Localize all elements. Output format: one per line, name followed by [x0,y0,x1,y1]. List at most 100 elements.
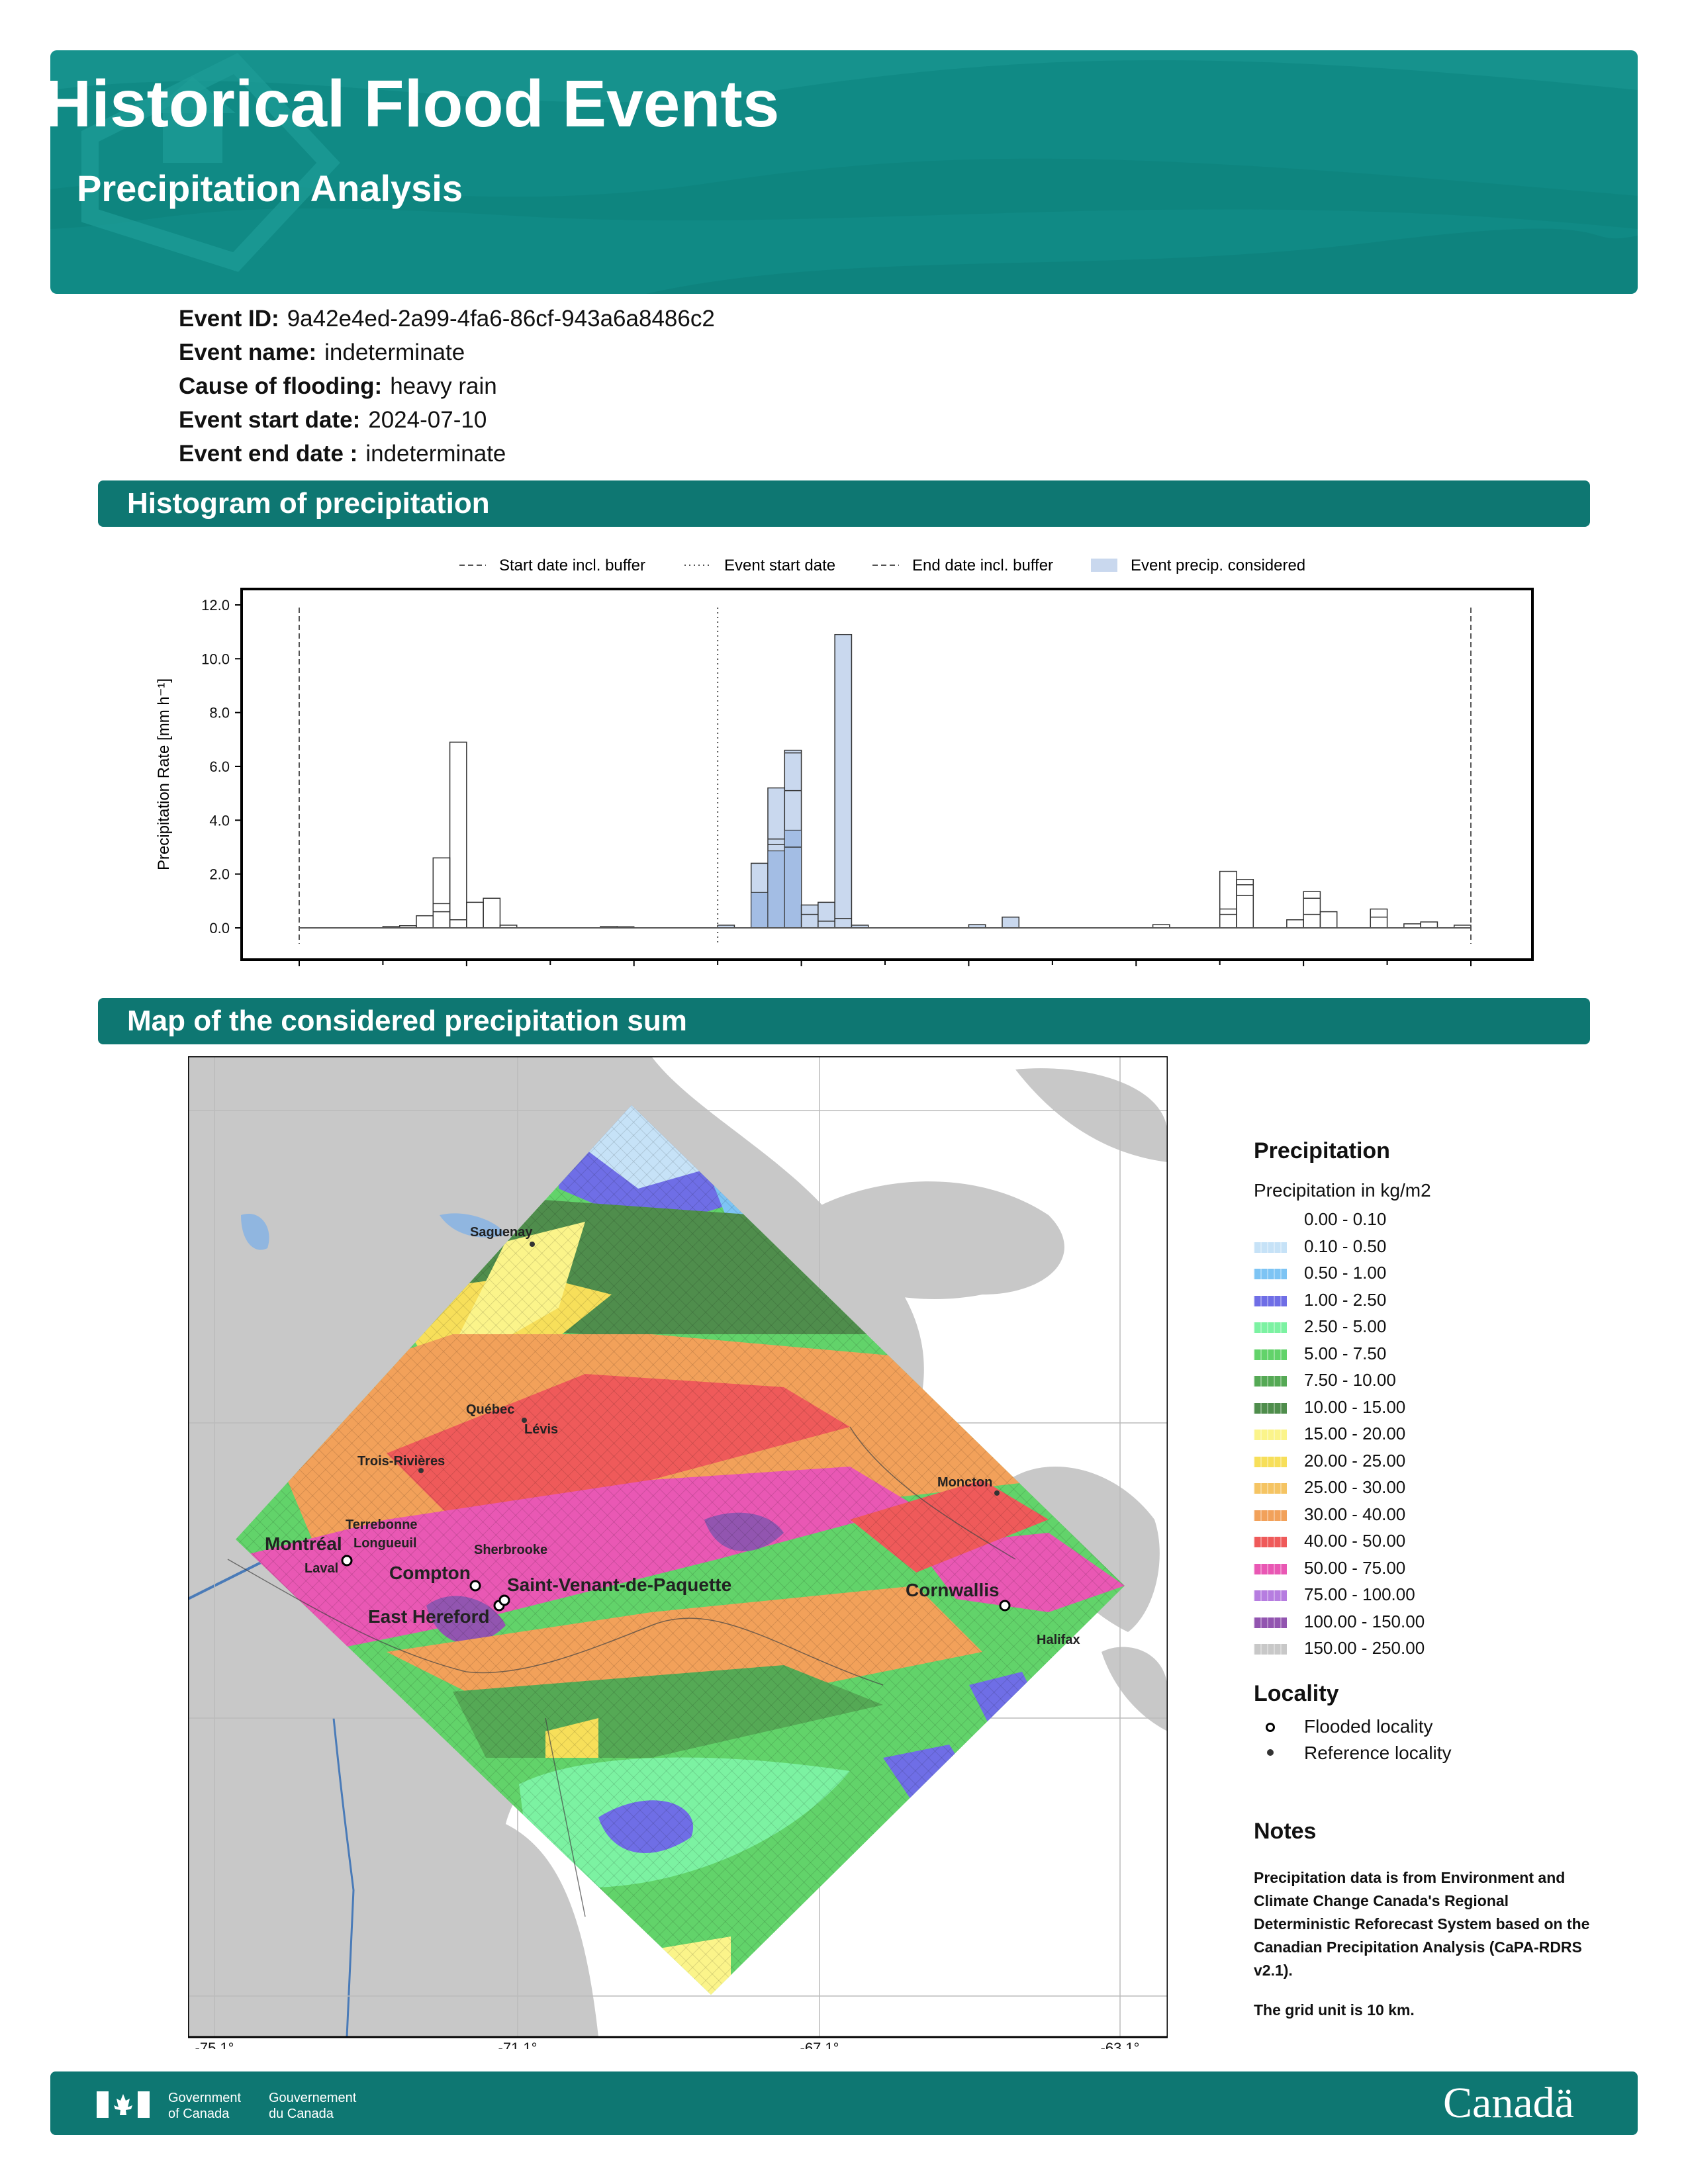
legend-class-swatch [1254,1590,1287,1601]
section-title-map: Map of the considered precipitation sum [127,1005,687,1037]
legend-class-label: 75.00 - 100.00 [1304,1584,1415,1604]
legend-class-swatch [1254,1269,1287,1279]
canada-wordmark: Canadä [1443,2079,1574,2127]
legend-class-label: 100.00 - 150.00 [1304,1611,1425,1631]
precip-bar [1286,919,1304,929]
legend-title: Precipitation [1254,1138,1390,1163]
legend-class-swatch [1254,1242,1287,1253]
precip-bar [818,901,835,929]
locality-label-saint-venant-de-paquette: Saint-Venant-de-Paquette [507,1574,731,1595]
reference-locality-marker [530,1242,535,1247]
flooded-locality-marker [498,1594,510,1606]
legend-class-label: 1.00 - 2.50 [1304,1289,1387,1310]
legend-class-item: 0.10 - 0.50 [1254,1236,1624,1263]
gov-en-line-1: Government [168,2091,242,2105]
gov-fr-line-1: Gouvernement [269,2091,357,2105]
legend-class-item: 50.00 - 75.00 [1254,1558,1624,1585]
legend-class-label: 50.00 - 75.00 [1304,1557,1406,1578]
page-title: Historical Flood Events [44,67,780,141]
legend-class-swatch [1254,1349,1287,1360]
legend-class-label: 10.00 - 15.00 [1304,1396,1406,1417]
legend-class-label: 150.00 - 250.00 [1304,1638,1425,1658]
legend-label-reference: Reference locality [1304,1742,1452,1763]
notes-title: Notes [1254,1819,1317,1844]
locality-label-quebec: Québec [466,1402,514,1417]
event-date-lines [299,608,1472,944]
flooded-locality-symbol [1266,1722,1275,1732]
flooded-locality-marker [999,1600,1011,1612]
y-tick-label: 2.0 [209,866,230,883]
precip-bar [466,901,484,929]
y-axis: 0.0 2.0 4.0 6.0 8.0 10.0 12.0 [201,597,242,936]
legend-class-item: 75.00 - 100.00 [1254,1584,1624,1612]
legend-class-item: 0.50 - 1.00 [1254,1263,1624,1290]
y-tick-label: 4.0 [209,812,230,829]
longitude-labels: -75.1° -71.1° -67.1° -63.1° [195,2040,1140,2049]
legend-class-label: 0.00 - 0.10 [1304,1209,1387,1229]
legend-class-item: 40.00 - 50.00 [1254,1531,1624,1558]
y-tick-label: 8.0 [209,705,230,721]
legend-class-item: 15.00 - 20.00 [1254,1424,1624,1451]
locality-label-compton: Compton [389,1563,471,1583]
bars-group [299,633,1472,929]
legend-class-swatch [1254,1402,1287,1414]
flooded-locality-marker [469,1580,481,1592]
locality-label-longueuil: Longueuil [353,1536,417,1551]
reference-locality-marker [994,1490,1000,1496]
section-bar-map: Map of the considered precipitation sum [98,998,1590,1044]
event-cause-label: Cause of flooding: [179,373,383,399]
locality-legend-title: Locality [1254,1680,1339,1706]
precip-bar [800,904,819,929]
locality-label-saguenay: Saguenay [470,1225,533,1240]
legend-label-flooded: Flooded locality [1304,1715,1433,1737]
reference-locality-symbol [1267,1749,1274,1756]
precip-bar [1002,916,1020,929]
precip-bar [1303,891,1321,929]
event-name-label: Event name: [179,340,317,365]
legend-class-swatch [1254,1537,1287,1547]
event-cause-row: Cause of flooding: heavy rain [179,373,497,400]
locality-label-moncton: Moncton [937,1475,992,1490]
notes-text-grid: The grid unit is 10 km. [1254,2001,1415,2019]
longitude-label: -67.1° [800,2040,839,2049]
legend-class-swatch [1254,1295,1287,1306]
precip-bar [1219,870,1237,929]
locality-label-trois-rivieres: Trois-Rivières [357,1454,445,1469]
legend-class-swatch [1254,1617,1287,1628]
reference-locality-marker [418,1468,424,1473]
legend-class-swatch [1254,1456,1287,1467]
precip-bar [416,915,434,929]
event-id-value: 9a42e4ed-2a99-4fa6-86cf-943a6a8486c2 [287,306,715,332]
precip-bar-sublevel [767,850,785,929]
page-subtitle: Precipitation Analysis [77,167,463,209]
longitude-label: -75.1° [195,2040,234,2049]
locality-label-cornwallis: Cornwallis [906,1580,1000,1600]
legend-class-label: 40.00 - 50.00 [1304,1531,1406,1551]
section-title-histogram: Histogram of precipitation [127,487,490,520]
precip-bar [449,741,467,929]
legend-class-swatch [1254,1483,1287,1494]
y-tick-label: 0.0 [209,920,230,936]
event-start-row: Event start date: 2024-07-10 [179,407,487,433]
flooded-locality-marker [341,1555,353,1567]
legend-label-end-buffer: End date incl. buffer [912,557,1053,574]
precip-bar [1370,908,1388,929]
legend-class-label: 25.00 - 30.00 [1304,1477,1406,1497]
legend-class-label: 7.50 - 10.00 [1304,1370,1396,1390]
event-cause-value: heavy rain [390,373,497,399]
legend-item-reference: Reference locality [1254,1743,1624,1769]
legend-class-label: 5.00 - 7.50 [1304,1343,1387,1363]
legend-class-label: 0.10 - 0.50 [1304,1236,1387,1256]
locality-label-laval: Laval [305,1561,338,1576]
locality-label-terrebonne: Terrebonne [346,1518,418,1532]
legend-label-considered: Event precip. considered [1131,557,1305,574]
event-end-value: indeterminate [365,441,506,467]
legend-class-swatch [1254,1510,1287,1521]
legend-class-item: 5.00 - 7.50 [1254,1343,1624,1371]
event-end-label: Event end date : [179,441,358,467]
legend-class-item: 30.00 - 40.00 [1254,1504,1624,1531]
legend-class-swatch [1254,1215,1287,1226]
legend-class-swatch [1254,1430,1287,1440]
precip-bar [1236,879,1254,929]
government-of-canada-en: Government of Canada [168,2090,241,2122]
